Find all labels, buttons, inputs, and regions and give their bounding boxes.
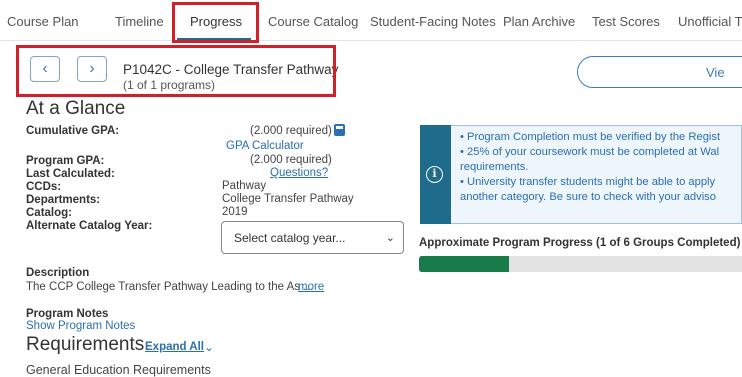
view-button[interactable]: Vie <box>577 56 742 88</box>
requirements-heading: Requirements <box>26 334 145 355</box>
info-line: another category. Be sure to check with … <box>460 191 716 203</box>
info-line: • University transfer students might be … <box>460 176 716 188</box>
tab-timeline[interactable]: Timeline <box>115 14 164 29</box>
catalog-value: 2019 <box>222 206 248 218</box>
at-a-glance-heading: At a Glance <box>26 98 126 119</box>
calculator-icon[interactable] <box>334 124 345 136</box>
tab-course-catalog[interactable]: Course Catalog <box>268 14 358 29</box>
program-progress-fill <box>419 256 509 272</box>
ccds-label: CCDs: <box>26 181 62 193</box>
catalog-year-select-value: Select catalog year... <box>234 231 346 245</box>
tab-course-plan[interactable]: Course Plan <box>7 14 79 29</box>
tab-unofficial-transcript[interactable]: Unofficial T <box>678 14 742 29</box>
general-education-requirements[interactable]: General Education Requirements <box>26 363 211 377</box>
catalog-label: Catalog: <box>26 207 72 219</box>
more-link[interactable]: more <box>298 281 324 293</box>
info-line: • Program Completion must be verified by… <box>460 131 721 143</box>
info-icon: i <box>426 166 443 183</box>
tab-bar: Course Plan Timeline Progress Course Cat… <box>0 0 742 41</box>
departments-value: College Transfer Pathway <box>222 193 354 205</box>
progress-tab-highlight <box>172 2 259 43</box>
info-line: requirements. <box>460 161 529 173</box>
chevron-down-icon[interactable]: ⌄ <box>204 340 214 354</box>
cumulative-gpa-label: Cumulative GPA: <box>26 125 120 137</box>
tab-test-scores[interactable]: Test Scores <box>592 14 660 29</box>
program-progress-label: Approximate Program Progress (1 of 6 Gro… <box>419 237 741 249</box>
program-gpa-label: Program GPA: <box>26 155 105 167</box>
cumulative-gpa-value: (2.000 required) <box>250 125 332 137</box>
chevron-down-icon: ⌄ <box>385 232 395 244</box>
last-calculated-label: Last Calculated: <box>26 168 115 180</box>
description-text: The CCP College Transfer Pathway Leading… <box>26 281 313 293</box>
alternate-catalog-year-label: Alternate Catalog Year: <box>26 220 153 232</box>
tab-plan-archive[interactable]: Plan Archive <box>503 14 575 29</box>
ccds-value: Pathway <box>222 180 267 192</box>
program-selector-highlight <box>16 45 336 97</box>
departments-label: Departments: <box>26 194 101 206</box>
program-notes-label: Program Notes <box>26 308 109 320</box>
tab-student-facing-notes[interactable]: Student-Facing Notes <box>370 14 496 29</box>
catalog-year-select[interactable]: Select catalog year... ⌄ <box>221 221 404 254</box>
gpa-calculator-link[interactable]: GPA Calculator <box>226 140 304 152</box>
info-line: • 25% of your coursework must be complet… <box>460 146 720 158</box>
program-gpa-value: (2.000 required) <box>250 154 332 166</box>
show-program-notes-link[interactable]: Show Program Notes <box>26 320 135 332</box>
description-label: Description <box>26 267 90 279</box>
questions-link[interactable]: Questions? <box>270 167 328 179</box>
expand-all-link[interactable]: Expand All <box>145 341 204 353</box>
